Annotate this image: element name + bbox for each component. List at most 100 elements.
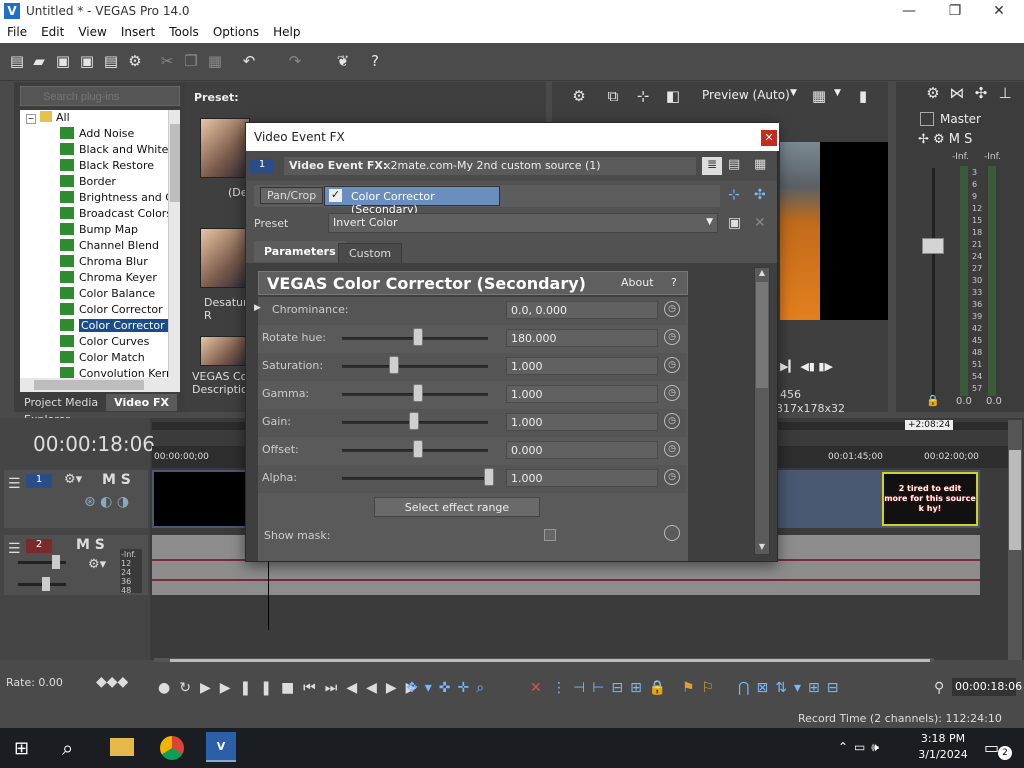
param-value-field[interactable]: 0.0, 0.000: [506, 301, 658, 319]
master-controls-icon[interactable]: ✢ ⚙ M S: [918, 132, 972, 147]
param-slider-knob[interactable]: [409, 412, 419, 430]
pin-icon[interactable]: ⚲: [934, 680, 944, 696]
plugin-item[interactable]: Color Corrector (S: [60, 318, 180, 334]
tab-custom[interactable]: Custom: [338, 243, 403, 264]
keyframe-clock-icon[interactable]: ◷: [664, 469, 680, 485]
track-fx-icon[interactable]: ⚙▾: [64, 472, 82, 487]
rate-slider[interactable]: ◆◆◆: [96, 674, 128, 690]
audio-track-header[interactable]: ☰ 2 M S ⚙▾ -Inf. 12 24 36 48: [4, 535, 148, 595]
save-icon[interactable]: ▣: [54, 52, 72, 70]
plugin-item[interactable]: Border: [60, 174, 116, 190]
video-track-header[interactable]: ☰ 1 ⚙▾ M S ⊛ ◐ ◑: [4, 470, 148, 528]
plugin-item[interactable]: Color Corrector: [60, 302, 163, 318]
delete-icon[interactable]: ✕: [530, 680, 542, 696]
tree-horizontal-scrollbar[interactable]: [20, 378, 180, 392]
preview-quality-dropdown[interactable]: Preview (Auto): [702, 88, 790, 102]
delete-preset-icon[interactable]: ✕: [754, 215, 766, 231]
external-monitor-icon[interactable]: ⧉: [604, 87, 622, 105]
plugin-item[interactable]: Black and White: [60, 142, 168, 158]
video-clip-thumbnail[interactable]: 2 tired to edit more for this source k h…: [882, 472, 978, 526]
timeline-scroll-thumb[interactable]: [1009, 450, 1021, 550]
param-value-field[interactable]: 1.000: [506, 469, 658, 487]
plugin-item[interactable]: Color Match: [60, 350, 145, 366]
clock-date[interactable]: 3/1/2024: [914, 748, 972, 761]
menu-insert[interactable]: Insert: [114, 23, 162, 41]
master-fx-icon[interactable]: ⊥: [996, 84, 1014, 102]
param-slider-track[interactable]: [342, 477, 488, 480]
plugin-item[interactable]: Add Noise: [60, 126, 134, 142]
param-slider-knob[interactable]: [484, 468, 494, 486]
param-slider-knob[interactable]: [413, 384, 423, 402]
chevron-down-icon[interactable]: ▼: [790, 88, 797, 98]
detail-view-icon[interactable]: ▤: [728, 157, 740, 172]
maximize-button[interactable]: ❐: [932, 0, 978, 23]
overlay-icon[interactable]: ◧: [664, 87, 682, 105]
grid-view-icon[interactable]: ▦: [754, 157, 766, 172]
help-button[interactable]: ?: [671, 276, 677, 289]
plugin-item[interactable]: Broadcast Colors: [60, 206, 172, 222]
plugin-item[interactable]: Black Restore: [60, 158, 154, 174]
chain-color-corrector[interactable]: ✓ Color Corrector (Secondary): [324, 186, 500, 216]
tab-video-fx[interactable]: Video FX: [106, 394, 177, 411]
downmix-icon[interactable]: ⋈: [948, 84, 966, 102]
param-value-field[interactable]: 1.000: [506, 413, 658, 431]
transport-controls[interactable]: ●↻▶▶❚❚■⏮⏭◀◀▶▶: [158, 680, 425, 696]
keyframe-clock-icon[interactable]: ◷: [664, 413, 680, 429]
split-trim-tools[interactable]: ⋮⊣⊢⊟⊞🔒: [552, 680, 673, 696]
param-value-field[interactable]: 180.000: [506, 329, 658, 347]
tree-root-all[interactable]: − All: [26, 110, 70, 126]
edit-tools[interactable]: ✥▾✜✛⌕: [406, 680, 491, 696]
param-slider-knob[interactable]: [413, 328, 423, 346]
menu-options[interactable]: Options: [206, 23, 266, 41]
plugin-item[interactable]: Channel Blend: [60, 238, 159, 254]
dialog-close-button[interactable]: ✕: [761, 130, 777, 146]
search-icon[interactable]: ⌕: [62, 736, 73, 760]
param-scrollbar[interactable]: ▲ ▼: [754, 267, 770, 555]
master-checkbox[interactable]: [920, 112, 934, 126]
plugin-item[interactable]: Bump Map: [60, 222, 138, 238]
copy-icon[interactable]: ❐: [182, 52, 200, 70]
keyframe-clock-icon[interactable]: ◷: [664, 329, 680, 345]
preview-settings-gear-icon[interactable]: ⚙: [570, 87, 588, 105]
new-file-icon[interactable]: ▤: [8, 52, 26, 70]
split-screen-icon[interactable]: ⊹: [634, 87, 652, 105]
param-value-field[interactable]: 1.000: [506, 385, 658, 403]
keyframe-clock-icon[interactable]: [664, 525, 680, 541]
compositing-icon[interactable]: ⊛ ◐ ◑: [84, 494, 129, 510]
keyframe-clock-icon[interactable]: ◷: [664, 385, 680, 401]
hscroll-thumb[interactable]: [34, 380, 144, 390]
about-button[interactable]: About: [621, 276, 654, 289]
param-slider-knob[interactable]: [413, 440, 423, 458]
scroll-down-icon[interactable]: ▼: [756, 542, 768, 554]
minimize-button[interactable]: —: [886, 0, 932, 23]
list-view-icon[interactable]: ≣: [702, 157, 722, 175]
menu-tools[interactable]: Tools: [162, 23, 206, 41]
tree-scroll-thumb[interactable]: [170, 124, 180, 202]
snap-tools[interactable]: ⋂⊠⇅▾⊞⊟: [738, 680, 845, 696]
param-value-field[interactable]: 0.000: [506, 441, 658, 459]
save-preset-icon[interactable]: ▣: [728, 215, 741, 231]
render-icon[interactable]: ▤: [102, 52, 120, 70]
dim-icon[interactable]: ✣: [972, 84, 990, 102]
transport-prev-icon[interactable]: ▶▎ ◀▮ ▮▶: [780, 360, 833, 373]
preset-dropdown[interactable]: Invert Color ▼: [328, 213, 718, 233]
expand-arrow-icon[interactable]: ▶: [254, 303, 261, 313]
plugin-item[interactable]: Color Balance: [60, 286, 155, 302]
menu-file[interactable]: File: [0, 23, 34, 41]
menu-edit[interactable]: Edit: [34, 23, 71, 41]
preset-thumbnail[interactable]: [200, 336, 250, 366]
lock-icon[interactable]: 🔒: [926, 394, 940, 407]
chain-pan-crop[interactable]: Pan/Crop: [260, 187, 324, 204]
timeline-vertical-scrollbar[interactable]: [1008, 420, 1022, 660]
keyframe-clock-icon[interactable]: ◷: [664, 301, 680, 317]
remove-plugin-icon[interactable]: ✣: [754, 187, 766, 203]
pan-slider-knob[interactable]: [42, 577, 50, 591]
scroll-up-icon[interactable]: ▲: [756, 268, 768, 280]
volume-slider-knob[interactable]: [52, 555, 60, 569]
track-mute-solo[interactable]: M S: [76, 537, 105, 553]
show-mask-checkbox[interactable]: [544, 529, 556, 541]
clock-time[interactable]: 3:18 PM: [916, 732, 970, 745]
param-slider-knob[interactable]: [389, 356, 399, 374]
tab-project-media[interactable]: Project Media: [16, 394, 106, 411]
video-clip[interactable]: [154, 472, 246, 526]
